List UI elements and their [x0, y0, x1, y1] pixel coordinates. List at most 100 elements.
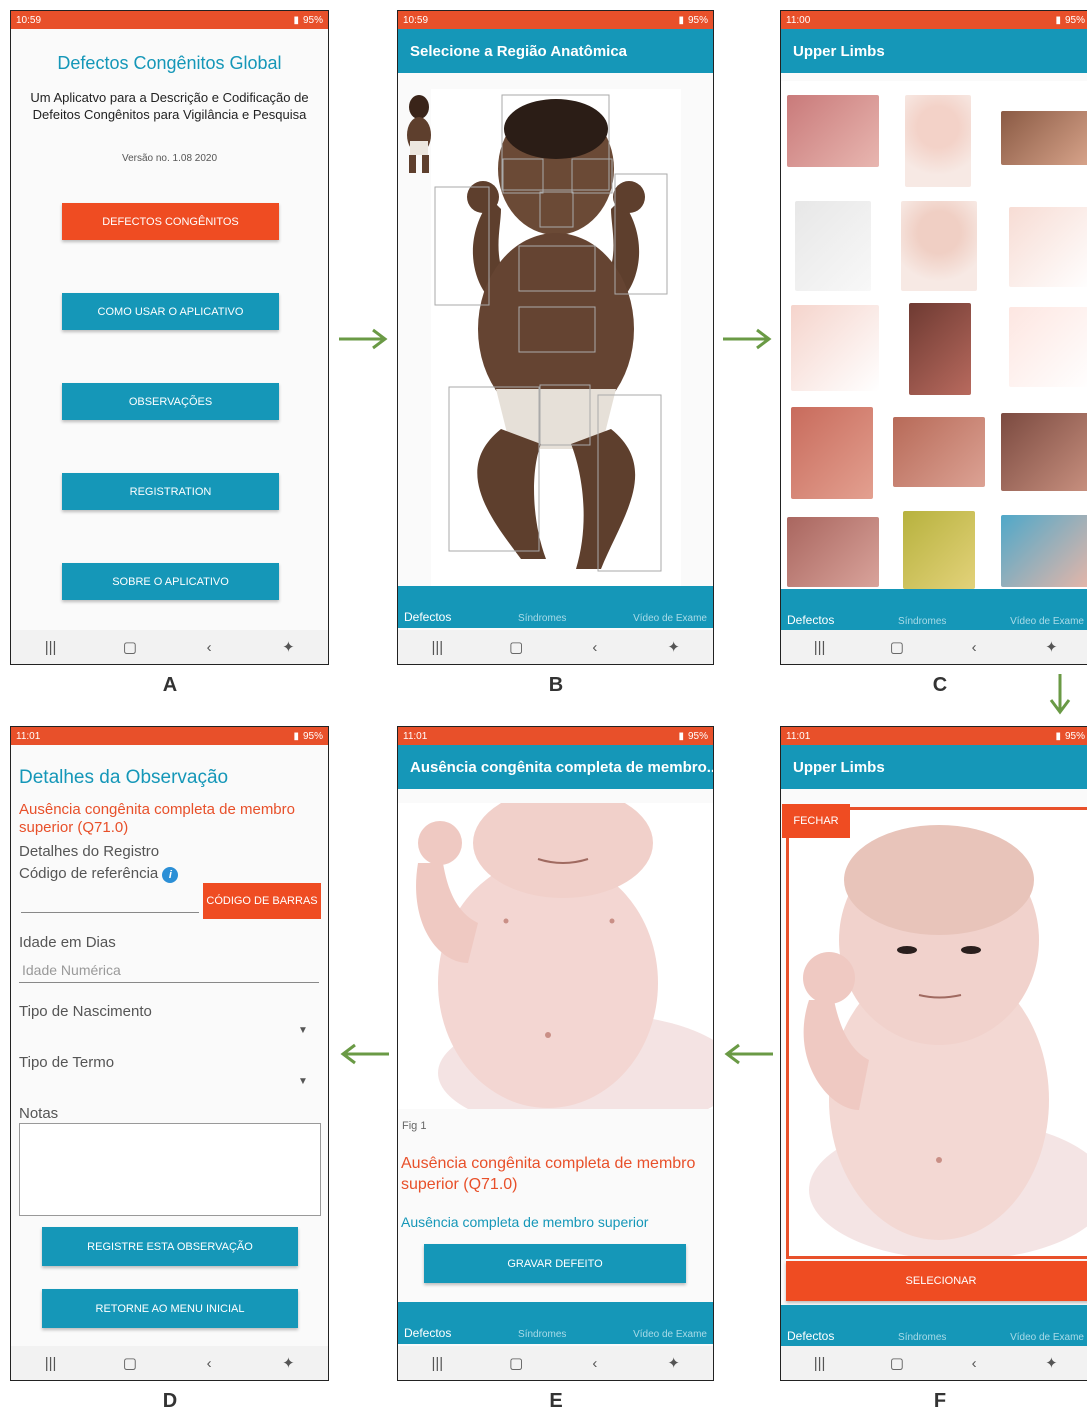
recent-apps-icon[interactable]: ||| [422, 639, 452, 656]
grid-thumb[interactable] [787, 517, 879, 587]
grid-thumb[interactable] [1001, 413, 1087, 491]
battery-percent: 95% [687, 730, 708, 742]
ref-code-input[interactable] [21, 895, 199, 913]
signal-icon: ▮ [678, 14, 684, 26]
tab-sindromes[interactable]: Síndromes [518, 613, 566, 624]
close-button[interactable]: FECHAR [782, 804, 850, 838]
info-icon[interactable]: i [162, 867, 179, 883]
arrow-right-icon [723, 328, 772, 350]
nascimento-dropdown-icon[interactable]: ▼ [298, 1025, 308, 1036]
home-icon[interactable]: ▢ [882, 638, 912, 656]
home-icon[interactable]: ▢ [115, 1354, 145, 1372]
back-icon[interactable]: ‹ [194, 639, 224, 656]
recent-apps-icon[interactable]: ||| [805, 639, 835, 656]
observacoes-button[interactable]: OBSERVAÇÕES [62, 383, 279, 420]
signal-icon: ▮ [293, 14, 299, 26]
tab-video-exame[interactable]: Vídeo de Exame [1010, 1332, 1084, 1343]
return-menu-button[interactable]: RETORNE AO MENU INICIAL [42, 1289, 298, 1328]
accessibility-icon[interactable]: ✦ [659, 1354, 689, 1372]
back-icon[interactable]: ‹ [580, 1355, 610, 1372]
grid-thumb[interactable] [1001, 515, 1087, 587]
arrow-left-icon [340, 1043, 389, 1065]
fig-caption: Fig 1 [402, 1120, 427, 1132]
accessibility-icon[interactable]: ✦ [273, 1354, 303, 1372]
grid-thumb[interactable] [787, 95, 879, 167]
home-icon[interactable]: ▢ [501, 638, 531, 656]
grid-thumb[interactable] [893, 417, 985, 487]
termo-dropdown-icon[interactable]: ▼ [298, 1076, 308, 1087]
tab-video-exame[interactable]: Vídeo de Exame [1010, 616, 1084, 627]
signal-icon: ▮ [293, 730, 299, 742]
tab-sindromes[interactable]: Síndromes [898, 1332, 946, 1343]
android-nav-bar: ||| ▢ ‹ ✦ [781, 630, 1087, 664]
tab-sindromes[interactable]: Síndromes [518, 1329, 566, 1340]
record-defect-button[interactable]: GRAVAR DEFEITO [424, 1244, 686, 1283]
defect-subtitle: Ausência completa de membro superior [401, 1214, 649, 1230]
baby-body-image[interactable] [431, 89, 681, 586]
select-button[interactable]: SELECIONAR [786, 1261, 1087, 1301]
back-icon[interactable]: ‹ [580, 639, 610, 656]
back-icon[interactable]: ‹ [194, 1355, 224, 1372]
accessibility-icon[interactable]: ✦ [1036, 1354, 1066, 1372]
screen-a: 10:59 ▮ 95% Defectos Congênitos Global Um… [10, 10, 329, 665]
notas-label: Notas [19, 1105, 59, 1122]
tab-defectos[interactable]: Defectos [787, 613, 834, 627]
screen-f: 11:01 ▮ 95% Upper Limbs FECHAR SELECIONAR… [780, 726, 1087, 1381]
status-bar: 10:59 ▮ 95% [398, 11, 713, 29]
status-time: 11:01 [786, 730, 811, 742]
barcode-button[interactable]: CÓDIGO DE BARRAS [203, 883, 321, 919]
panel-label-b: B [548, 674, 564, 696]
small-baby-thumbnail[interactable] [402, 93, 436, 177]
grid-thumb[interactable] [1009, 207, 1087, 287]
panel-label-d: D [162, 1390, 178, 1412]
bottom-tab-bar: Defectos Síndromes Vídeo de Exame [398, 1302, 713, 1344]
accessibility-icon[interactable]: ✦ [273, 638, 303, 656]
battery-percent: 95% [687, 14, 708, 26]
infant-torso-illustration [416, 788, 713, 1133]
sobre-button[interactable]: SOBRE O APLICATIVO [62, 563, 279, 600]
grid-thumb[interactable] [903, 511, 975, 589]
home-icon[interactable]: ▢ [882, 1354, 912, 1372]
notas-textarea[interactable] [19, 1123, 321, 1216]
infant-illustration [434, 94, 668, 572]
grid-thumb[interactable] [905, 95, 971, 187]
ref-label-text: Código de referência [19, 865, 159, 882]
accessibility-icon[interactable]: ✦ [659, 638, 689, 656]
status-time: 10:59 [403, 14, 429, 26]
grid-thumb[interactable] [901, 201, 977, 291]
baby-back-view [407, 95, 431, 173]
tab-defectos[interactable]: Defectos [787, 1329, 834, 1343]
tab-video-exame[interactable]: Vídeo de Exame [633, 613, 707, 624]
android-nav-bar: ||| ▢ ‹ ✦ [11, 1346, 328, 1380]
recent-apps-icon[interactable]: ||| [805, 1355, 835, 1372]
grid-thumb[interactable] [1001, 111, 1087, 165]
status-time: 11:00 [786, 14, 811, 26]
tab-defectos[interactable]: Defectos [404, 610, 451, 624]
home-icon[interactable]: ▢ [115, 638, 145, 656]
idade-placeholder: Idade Numérica [22, 962, 121, 978]
panel-label-c: C [932, 674, 948, 696]
defectos-button[interactable]: DEFECTOS CONGÊNITOS [62, 203, 279, 240]
como-usar-button[interactable]: COMO USAR O APLICATIVO [62, 293, 279, 330]
home-icon[interactable]: ▢ [501, 1354, 531, 1372]
image-grid [781, 81, 1087, 589]
back-icon[interactable]: ‹ [959, 639, 989, 656]
recent-apps-icon[interactable]: ||| [36, 1355, 66, 1372]
grid-thumb[interactable] [1009, 307, 1087, 387]
recent-apps-icon[interactable]: ||| [422, 1355, 452, 1372]
recent-apps-icon[interactable]: ||| [36, 639, 66, 656]
tab-sindromes[interactable]: Síndromes [898, 616, 946, 627]
tab-defectos[interactable]: Defectos [404, 1326, 451, 1340]
android-nav-bar: ||| ▢ ‹ ✦ [781, 1346, 1087, 1380]
grid-thumb[interactable] [791, 305, 879, 391]
grid-thumb[interactable] [909, 303, 971, 395]
idade-label: Idade em Dias [19, 934, 116, 951]
back-icon[interactable]: ‹ [959, 1355, 989, 1372]
tab-video-exame[interactable]: Vídeo de Exame [633, 1329, 707, 1340]
accessibility-icon[interactable]: ✦ [1036, 638, 1066, 656]
grid-thumb[interactable] [791, 407, 873, 499]
grid-thumb[interactable] [795, 201, 871, 291]
ref-label: Código de referência i [19, 865, 322, 883]
register-observation-button[interactable]: REGISTRE ESTA OBSERVAÇÃO [42, 1227, 298, 1266]
registration-button[interactable]: REGISTRATION [62, 473, 279, 510]
